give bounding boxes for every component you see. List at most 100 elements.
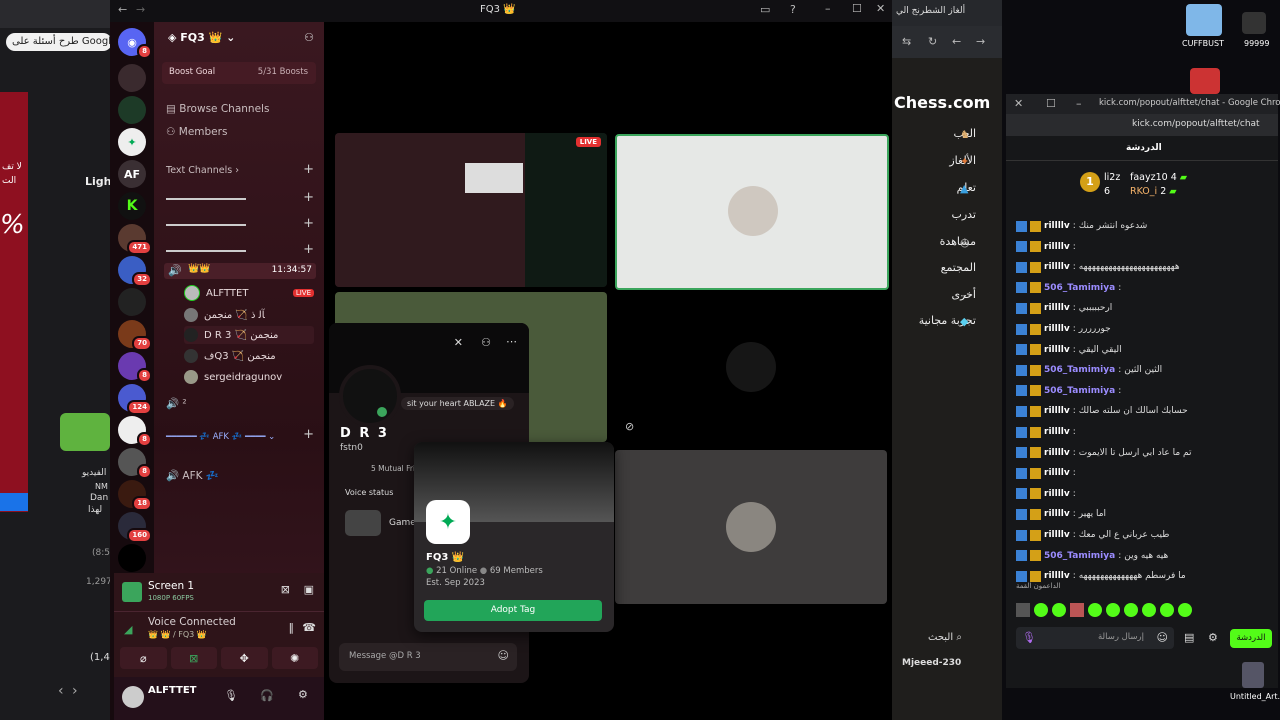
- voice-user[interactable]: ﻑQ3 🏹 ﻣﻨﺠﻤﻦ: [184, 347, 314, 365]
- desktop-icon-image[interactable]: [1242, 12, 1266, 34]
- server-icon[interactable]: 160: [118, 512, 152, 543]
- chat-username[interactable]: rillllv: [1044, 303, 1070, 313]
- server-icon-fq3[interactable]: ✦: [118, 128, 146, 156]
- video-off-icon[interactable]: ⌀: [120, 647, 167, 669]
- noise-icon[interactable]: ‖: [289, 621, 295, 634]
- leader-entry[interactable]: RKO_i 2 ▰: [1130, 186, 1177, 197]
- blue-button[interactable]: [0, 493, 28, 511]
- server-icon[interactable]: [118, 64, 146, 92]
- server-icon[interactable]: 32: [118, 256, 152, 287]
- send-chat-button[interactable]: الدردشة: [1230, 629, 1272, 648]
- chat-username[interactable]: rillllv: [1044, 221, 1070, 231]
- voice-channel[interactable]: 🔊 ²: [166, 397, 187, 410]
- voice-user[interactable]: sergeidragunov: [184, 368, 314, 386]
- server-icon-kick[interactable]: K: [118, 192, 146, 220]
- store-icon[interactable]: ▤: [1184, 631, 1194, 644]
- stop-stream-icon[interactable]: ⊠: [281, 583, 290, 596]
- server-icon[interactable]: 8: [118, 448, 152, 479]
- chat-username[interactable]: 506_Tamimiya: [1044, 283, 1115, 293]
- server-icon[interactable]: 124: [118, 384, 152, 415]
- chat-username[interactable]: 506_Tamimiya: [1044, 365, 1115, 375]
- stream-settings-icon[interactable]: ▣: [304, 583, 314, 596]
- minimize-icon[interactable]: –: [825, 2, 831, 15]
- emote[interactable]: [1088, 603, 1102, 617]
- disconnect-icon[interactable]: ☎: [302, 621, 316, 634]
- chat-username[interactable]: rillllv: [1044, 345, 1070, 355]
- nav-watch[interactable]: مشاهدة: [940, 235, 976, 248]
- microphone-icon[interactable]: 🎙: [1022, 631, 1036, 644]
- back-arrow-icon[interactable]: ←: [952, 35, 961, 48]
- chat-input[interactable]: 🎙 إرسال رسالة ☺: [1016, 627, 1174, 649]
- add-friend-icon[interactable]: ⚇: [481, 336, 491, 349]
- chess-logo[interactable]: Chess.com: [894, 93, 990, 112]
- desktop-icon-image[interactable]: [1242, 662, 1264, 688]
- emote[interactable]: [1016, 603, 1030, 617]
- afk-category[interactable]: ━━━━━━ 💤 AFK 💤 ━━━━ ⌄: [166, 432, 296, 442]
- channel-category-line[interactable]: [166, 224, 246, 226]
- server-icon[interactable]: 8: [118, 416, 152, 447]
- emote[interactable]: [1106, 603, 1120, 617]
- stream-tile[interactable]: LIVE: [335, 133, 607, 287]
- chat-username[interactable]: 506_Tamimiya: [1044, 386, 1115, 396]
- minimize-icon[interactable]: –: [1076, 97, 1082, 110]
- server-icon[interactable]: [118, 288, 146, 316]
- settings-gear-icon[interactable]: ⚙: [1208, 631, 1218, 644]
- boost-goal-bar[interactable]: Boost Goal 5/31 Boosts: [162, 62, 316, 84]
- video-tile[interactable]: ⊘: [615, 292, 887, 442]
- forward-arrow-icon[interactable]: →: [976, 35, 985, 48]
- video-tile[interactable]: [615, 450, 887, 604]
- desktop-icon-image[interactable]: [1190, 68, 1220, 94]
- maximize-icon[interactable]: ☐: [852, 2, 862, 15]
- chat-username[interactable]: rillllv: [1044, 468, 1070, 478]
- search-link[interactable]: البحث ⌕: [928, 632, 962, 643]
- add-channel-icon[interactable]: +: [303, 162, 314, 177]
- forward-arrow-icon[interactable]: →: [136, 3, 145, 16]
- voice-user[interactable]: D R 3 🏹 ﻣﻨﺠﻤﻦ: [184, 326, 314, 344]
- browse-channels[interactable]: ▤ Browse Channels: [166, 103, 269, 115]
- emoji-icon[interactable]: ☺: [498, 649, 509, 662]
- members-link[interactable]: ⚇ Members: [166, 126, 227, 138]
- leader-entry[interactable]: faayz10 4 ▰: [1130, 172, 1187, 183]
- voice-channel-active[interactable]: 🔊 👑👑 11:34:57: [164, 263, 316, 279]
- chat-username[interactable]: rillllv: [1044, 242, 1070, 252]
- message-input[interactable]: Message @D R 3 ☺: [339, 643, 517, 671]
- server-icon[interactable]: 8: [118, 352, 152, 383]
- nav-community[interactable]: المجتمع: [941, 261, 976, 274]
- add-member-icon[interactable]: ⚇: [304, 31, 314, 44]
- tune-icon[interactable]: ⇆: [902, 35, 911, 48]
- emote[interactable]: [1160, 603, 1174, 617]
- back-arrow-icon[interactable]: ←: [118, 3, 127, 16]
- server-icon-af[interactable]: AF: [118, 160, 146, 188]
- add-channel-icon[interactable]: +: [303, 190, 314, 205]
- url-text[interactable]: kick.com/popout/alfttet/chat: [1132, 119, 1260, 129]
- chat-username[interactable]: rillllv: [1044, 262, 1070, 272]
- emoji-icon[interactable]: ☺: [1157, 631, 1168, 644]
- chess-username[interactable]: Mjeeed-230: [902, 658, 961, 668]
- server-icon[interactable]: 471: [118, 224, 152, 255]
- add-channel-icon[interactable]: +: [303, 242, 314, 257]
- chevron-left-icon[interactable]: ‹: [58, 683, 64, 699]
- headphones-icon[interactable]: 🎧: [260, 689, 274, 702]
- google-tab[interactable]: طرح أسئلة على Google: [6, 33, 112, 51]
- add-channel-icon[interactable]: +: [303, 216, 314, 231]
- adopt-tag-button[interactable]: Adopt Tag: [424, 600, 602, 621]
- nav-train[interactable]: تدرب: [951, 208, 976, 221]
- close-icon[interactable]: ✕: [1014, 97, 1023, 110]
- chat-username[interactable]: rillllv: [1044, 406, 1070, 416]
- activities-icon[interactable]: ✥: [221, 647, 268, 669]
- restore-icon[interactable]: ☐: [1046, 97, 1056, 110]
- server-icon[interactable]: [118, 96, 146, 124]
- avatar[interactable]: [122, 686, 144, 708]
- chat-username[interactable]: rillllv: [1044, 324, 1070, 334]
- chat-username[interactable]: rillllv: [1044, 509, 1070, 519]
- inbox-icon[interactable]: ▭: [760, 3, 770, 16]
- green-button[interactable]: [60, 413, 110, 451]
- settings-gear-icon[interactable]: ⚙: [298, 688, 308, 701]
- video-tile-speaking[interactable]: [615, 134, 889, 290]
- leader-name[interactable]: li2z: [1104, 172, 1120, 183]
- chat-username[interactable]: 506_Tamimiya: [1044, 551, 1115, 561]
- microphone-icon[interactable]: 🎙: [224, 689, 238, 702]
- emote[interactable]: [1142, 603, 1156, 617]
- emote[interactable]: [1070, 603, 1084, 617]
- text-channels-header[interactable]: Text Channels ›: [166, 165, 239, 176]
